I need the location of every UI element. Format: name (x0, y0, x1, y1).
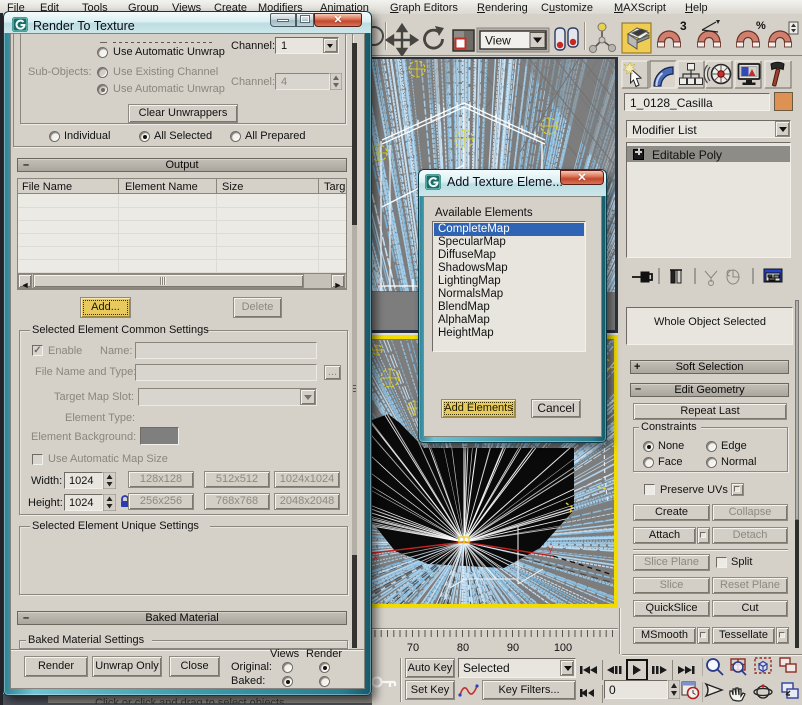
svg-text:3: 3 (680, 19, 687, 33)
svg-text:x: x (373, 552, 378, 563)
svg-text:80: 80 (457, 642, 469, 654)
svg-text:90: 90 (507, 642, 519, 654)
svg-text:%: % (756, 20, 766, 32)
svg-text:100: 100 (554, 642, 572, 654)
svg-text:View: View (485, 34, 511, 48)
svg-text:y: y (548, 544, 553, 555)
svg-text:70: 70 (407, 642, 419, 654)
